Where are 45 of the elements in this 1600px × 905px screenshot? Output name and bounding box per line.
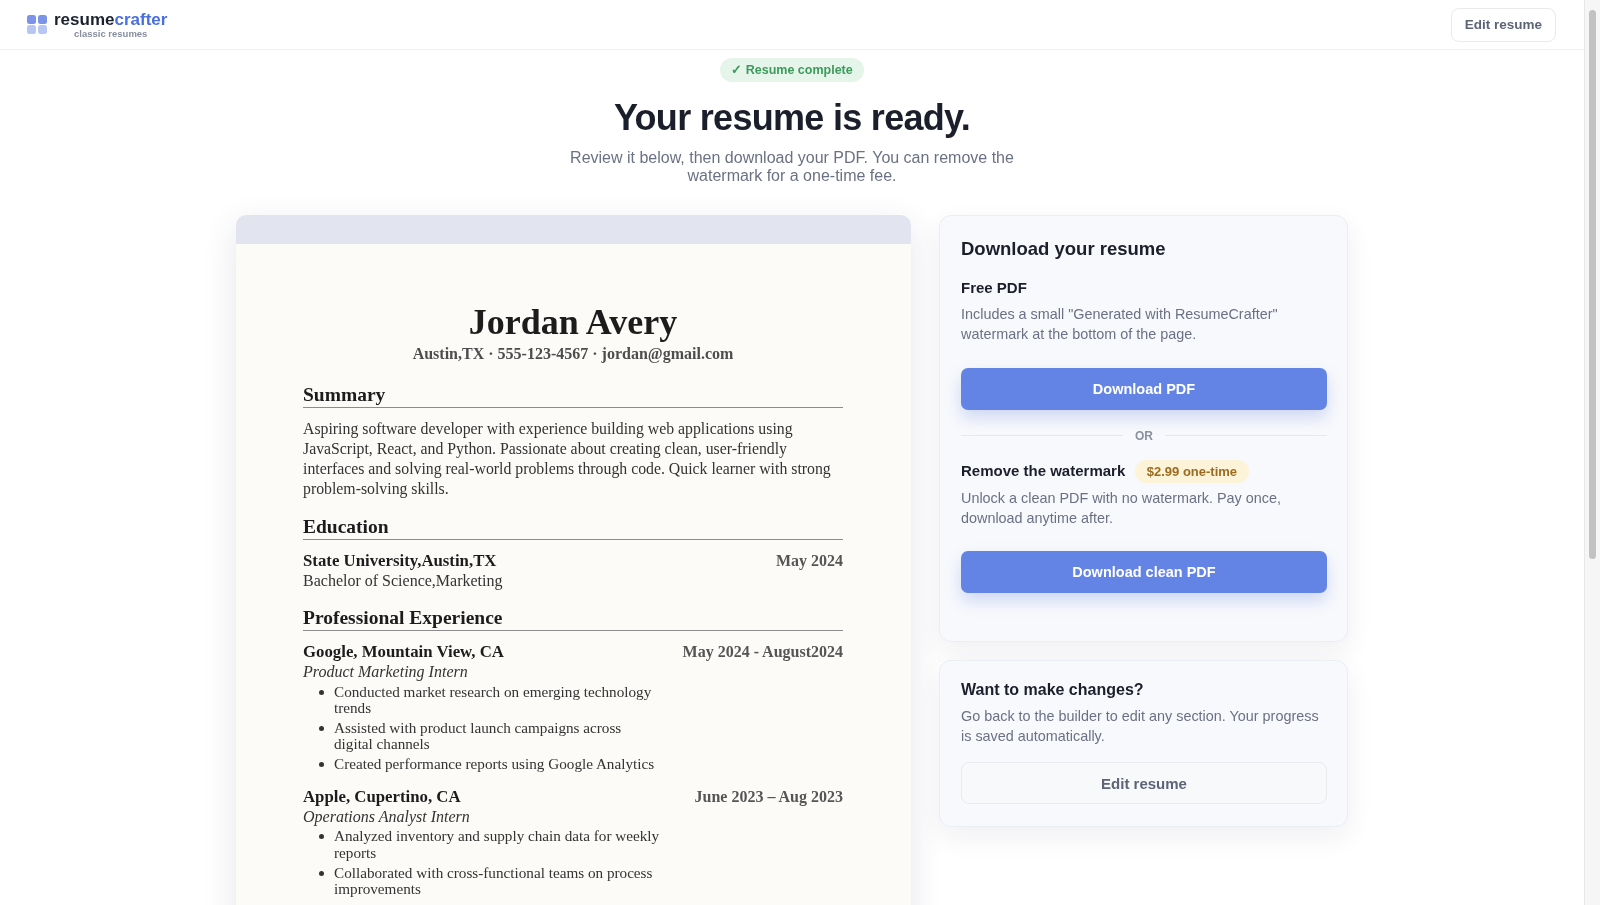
resume-name: Jordan Avery xyxy=(467,301,679,344)
edit-resume-button[interactable]: Edit resume xyxy=(961,762,1327,804)
panel-title: Download your resume xyxy=(961,237,1167,261)
bullet-icon xyxy=(319,870,324,876)
option-description: Includes a small "Generated with ResumeCrafter" watermark at the bottom of the page. xyxy=(961,305,1279,344)
panel-title: Want to make changes? xyxy=(961,680,1145,700)
resume-contact: Austin,TX · 555-123-4567 · jordan@gmail.com xyxy=(411,344,735,364)
bullet-icon xyxy=(319,725,324,731)
or-divider-label: OR xyxy=(1135,427,1153,444)
panel-description: Go back to the builder to edit any section. Your progress is saved automatically. xyxy=(961,707,1320,746)
bullet-text: Conducted market research on emerging technology trends xyxy=(334,683,653,717)
section-heading: Education xyxy=(303,515,843,540)
option-heading: Remove the watermark xyxy=(961,461,1126,481)
option-heading: Free PDF xyxy=(961,277,1027,298)
bullet-text: Assisted with product launch campaigns across digital channels xyxy=(334,719,623,753)
entry-role: Product Marketing Intern xyxy=(303,662,469,682)
download-button[interactable]: Download PDF xyxy=(961,367,1327,410)
entry-role: Operations Analyst Intern xyxy=(303,806,471,827)
entry-title: Apple, Cupertino, CA xyxy=(303,786,461,807)
logo-tagline: classic resumes xyxy=(74,28,148,39)
section-heading: Summary xyxy=(303,384,843,408)
logo-wordmark: resumecrafter xyxy=(54,10,168,29)
bullet-icon xyxy=(319,834,324,840)
page-title: Your resume is ready. xyxy=(613,96,971,140)
section-heading: Professional Experience xyxy=(303,607,843,631)
logo-icon xyxy=(27,15,47,34)
bullet-text: Created performance reports using Google Analytics xyxy=(334,756,656,773)
bullet-text: Collaborated with cross-functional teams on process improvements xyxy=(334,864,654,898)
entry-date: May 2024 - August2024 xyxy=(682,642,843,662)
bullet-text: Analyzed inventory and supply chain data for weekly reports xyxy=(334,828,661,861)
status-badge: ✓ Resume complete xyxy=(720,58,864,82)
entry-date: June 2023 – Aug 2023 xyxy=(694,786,843,807)
scrollbar-thumb[interactable] xyxy=(1589,10,1596,559)
edit-resume-button[interactable]: Edit resume xyxy=(1450,7,1556,42)
bullet-icon xyxy=(319,762,324,768)
entry-degree: Bachelor of Science,Marketing xyxy=(303,570,504,591)
price-badge: $2.99 one-time xyxy=(1135,459,1249,483)
page-subtitle: Review it below, then download your PDF. You can remove the watermark for a one-time fee. xyxy=(569,149,1015,184)
bullet-icon xyxy=(319,689,324,695)
download-button[interactable]: Download clean PDF xyxy=(961,551,1327,593)
entry-date: May 2024 xyxy=(775,550,843,571)
entry-title: Google, Mountain View, CA xyxy=(303,642,504,662)
entry-title: State University,Austin,TX xyxy=(303,550,497,571)
summary-text: Aspiring software developer with experience building web applications using JavaScript, React, and Python. Passionate about creating clean, user-friendly interfaces and solving real-world problems through code. Quick learner with strong problem-solving skills. xyxy=(303,418,832,500)
option-description: Unlock a clean PDF with no watermark. Pay once, download anytime after. xyxy=(961,488,1282,528)
